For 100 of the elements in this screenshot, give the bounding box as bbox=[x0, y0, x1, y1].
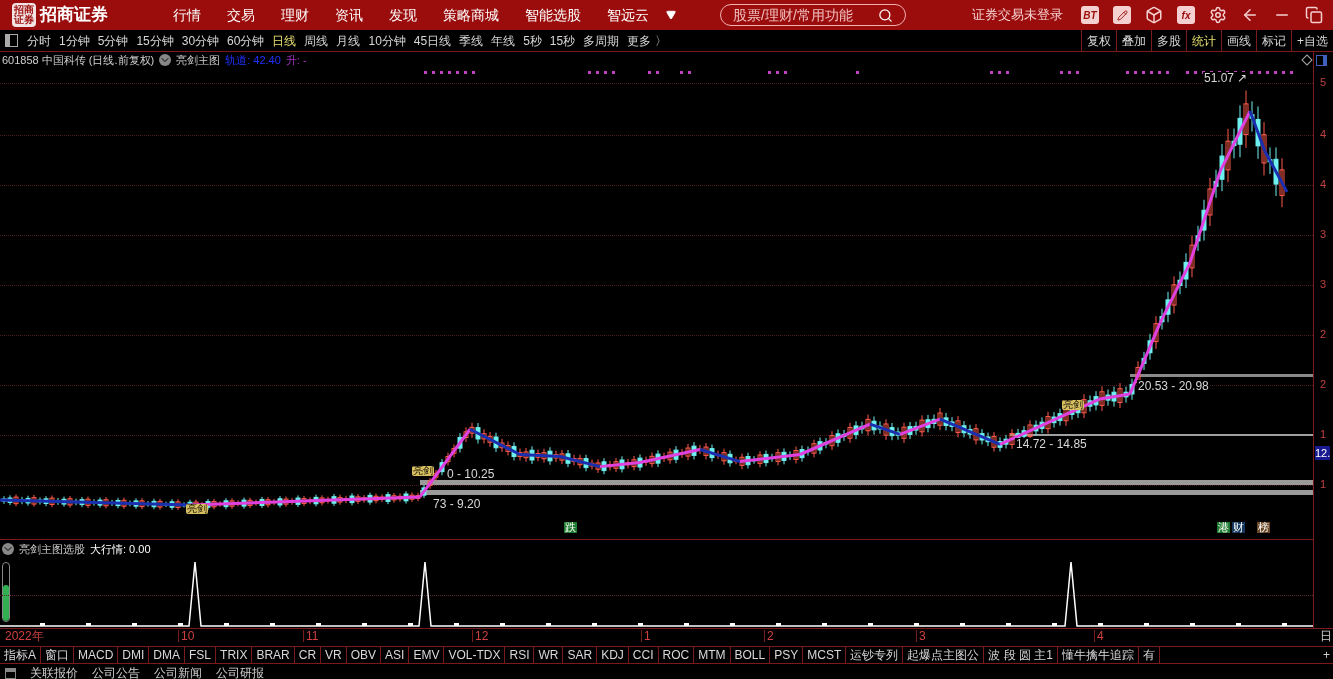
indicator-name[interactable]: 亮剑主图选股 bbox=[19, 540, 85, 558]
indicator-tab[interactable]: CR bbox=[294, 647, 322, 663]
period-tab[interactable]: 周线 bbox=[300, 31, 333, 50]
indicator-tab[interactable]: BRAR bbox=[252, 647, 295, 663]
chevron-icon[interactable] bbox=[2, 543, 14, 555]
indicator-tab[interactable]: KDJ bbox=[597, 647, 629, 663]
indicator-tab[interactable]: 指标A bbox=[0, 647, 41, 663]
indicator-tab[interactable]: MCST bbox=[803, 647, 847, 663]
nav-link[interactable]: 行情 bbox=[160, 4, 214, 26]
nav-link[interactable]: 智能选股 bbox=[512, 4, 594, 26]
period-tab[interactable]: 月线 bbox=[332, 31, 365, 50]
time-axis-label: 11 bbox=[303, 630, 319, 642]
period-tab[interactable]: 60分钟 bbox=[223, 31, 269, 50]
signal-marker: 亮剑 bbox=[1062, 400, 1084, 410]
indicator-name[interactable]: 亮剑主图 bbox=[176, 51, 221, 69]
pencil-icon[interactable] bbox=[1113, 6, 1131, 24]
logo-emblem: 招商证券 bbox=[12, 3, 36, 27]
price-range-label: 14.72 - 14.85 bbox=[1015, 438, 1088, 450]
chart-tool-button[interactable]: 标记 bbox=[1256, 30, 1291, 51]
period-tab[interactable]: 季线 bbox=[455, 31, 488, 50]
nav-link[interactable]: 交易 bbox=[214, 4, 268, 26]
toolbar-icon[interactable]: BT bbox=[1081, 6, 1099, 24]
high-price-label: 51.07 ↗ bbox=[1203, 72, 1249, 84]
search-icon[interactable] bbox=[878, 7, 893, 23]
indicator-tab[interactable]: RSI bbox=[505, 647, 535, 663]
nav-link[interactable]: 发现 bbox=[376, 4, 430, 26]
nav-link[interactable]: 智远云 bbox=[594, 4, 662, 26]
event-tag[interactable]: 港 bbox=[1217, 522, 1230, 533]
nav-link[interactable]: 资讯 bbox=[322, 4, 376, 26]
indicator-tab[interactable]: DMI bbox=[118, 647, 150, 663]
indicator-tab[interactable]: MTM bbox=[694, 647, 731, 663]
toolbar-icon[interactable]: fx bbox=[1177, 6, 1195, 24]
period-tab[interactable]: 30分钟 bbox=[177, 31, 224, 50]
period-tab[interactable]: 5秒 bbox=[519, 31, 546, 50]
price-axis-label: 3 bbox=[1320, 279, 1327, 290]
chart-tool-button[interactable]: +自选 bbox=[1291, 30, 1333, 51]
restore-icon[interactable] bbox=[1305, 6, 1323, 24]
indicator-tab[interactable]: MACD bbox=[74, 647, 119, 663]
window-icon[interactable] bbox=[5, 667, 16, 679]
indicator-tab[interactable]: 有 bbox=[1138, 647, 1160, 663]
info-link[interactable]: 关联报价 bbox=[30, 664, 78, 679]
indicator-tab[interactable]: 运钞专列 bbox=[846, 647, 904, 663]
chart-tool-button[interactable]: 叠加 bbox=[1116, 30, 1151, 51]
info-link[interactable]: 公司公告 bbox=[92, 664, 140, 679]
settings-icon[interactable] bbox=[1209, 6, 1227, 24]
price-range-label: 73 - 9.20 bbox=[432, 498, 482, 510]
login-status[interactable]: 证券交易未登录 bbox=[972, 5, 1063, 25]
time-axis-label: 4 bbox=[1094, 630, 1104, 642]
signal-marker: 亮剑 bbox=[412, 466, 434, 476]
time-axis-label: 2022年 bbox=[4, 630, 44, 642]
indicator-tab[interactable]: SAR bbox=[563, 647, 598, 663]
period-tab[interactable]: 分时 bbox=[23, 31, 55, 50]
indicator-tab[interactable]: 起爆点主图公 bbox=[903, 647, 985, 663]
indicator-tab[interactable]: VOL-TDX bbox=[444, 647, 506, 663]
chart-tool-button[interactable]: 画线 bbox=[1221, 30, 1256, 51]
price-axis-label: 1 bbox=[1320, 429, 1327, 440]
chevron-icon[interactable] bbox=[159, 54, 172, 66]
cube-icon[interactable] bbox=[1145, 6, 1163, 24]
price-axis-label: 4 bbox=[1320, 129, 1327, 140]
indicator-tab[interactable]: EMV bbox=[409, 647, 445, 663]
info-link[interactable]: 公司新闻 bbox=[154, 664, 202, 679]
price-axis-label: 2 bbox=[1320, 329, 1327, 340]
indicator-tab[interactable]: FSL bbox=[185, 647, 217, 663]
indicator-tab[interactable]: OBV bbox=[346, 647, 382, 663]
indicator-tab[interactable]: WR bbox=[534, 647, 564, 663]
nav-link[interactable]: 理财 bbox=[268, 4, 322, 26]
info-link[interactable]: 公司研报 bbox=[216, 664, 264, 679]
signal-marker: 亮剑 bbox=[186, 504, 208, 514]
nav-link[interactable]: 策略商城 bbox=[430, 4, 512, 26]
indicator-tab[interactable]: 波 段 圆 主1 bbox=[984, 647, 1058, 663]
period-tab[interactable]: 更多 〉 bbox=[623, 31, 671, 50]
indicator-tab[interactable]: VR bbox=[321, 647, 347, 663]
indicator-tab[interactable]: PSY bbox=[770, 647, 804, 663]
sidebar-toggle-icon[interactable] bbox=[1316, 55, 1327, 66]
dropdown-caret-icon[interactable] bbox=[666, 10, 676, 20]
chart-tool-button[interactable]: 复权 bbox=[1081, 30, 1116, 51]
indicator-tab[interactable]: BOLL bbox=[730, 647, 771, 663]
indicator-tab[interactable]: 窗口 bbox=[41, 647, 74, 663]
indicator-tab[interactable]: ROC bbox=[658, 647, 695, 663]
chart-tool-button[interactable]: 统计 bbox=[1186, 30, 1221, 51]
event-tag[interactable]: 财 bbox=[1232, 522, 1245, 533]
period-tab[interactable]: 15秒 bbox=[545, 31, 580, 50]
period-tab[interactable]: 日线 bbox=[268, 31, 301, 50]
period-tab[interactable]: 10分钟 bbox=[364, 31, 410, 50]
indicator-tab[interactable]: TRIX bbox=[216, 647, 253, 663]
period-tab[interactable]: 年线 bbox=[487, 31, 520, 50]
period-tab[interactable]: 15分钟 bbox=[132, 31, 178, 50]
event-tag[interactable]: 跌 bbox=[564, 522, 577, 533]
add-tab-button[interactable]: + bbox=[1320, 647, 1333, 663]
period-tab[interactable]: 1分钟 bbox=[55, 31, 94, 50]
indicator-tab[interactable]: DMA bbox=[149, 647, 186, 663]
period-tab[interactable]: 多周期 bbox=[579, 31, 624, 50]
indicator-tab[interactable]: 懂牛擒牛追踪 bbox=[1057, 647, 1139, 663]
event-tag[interactable]: 榜 bbox=[1257, 522, 1270, 533]
panel-toggle-icon[interactable] bbox=[5, 34, 18, 47]
indicator-tab[interactable]: CCI bbox=[628, 647, 659, 663]
indicator-tab[interactable]: ASI bbox=[381, 647, 410, 663]
chart-tool-button[interactable]: 多股 bbox=[1151, 30, 1186, 51]
period-tab[interactable]: 45日线 bbox=[409, 31, 456, 50]
period-tab[interactable]: 5分钟 bbox=[93, 31, 133, 50]
